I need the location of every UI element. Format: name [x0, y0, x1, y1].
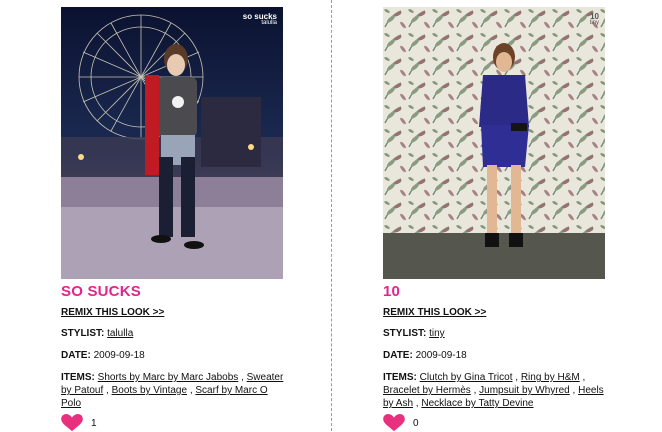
photo-caption: so sucks talulla — [242, 12, 277, 27]
stylist-row: STYLIST: talulla — [61, 327, 321, 340]
stylist-row: STYLIST: tiny — [383, 327, 643, 340]
item-link[interactable]: Necklace by Tatty Devine — [421, 398, 533, 409]
stylist-label: STYLIST: — [61, 328, 105, 339]
items-row: ITEMS: Shorts by Marc by Marc Jabobs , S… — [61, 372, 284, 409]
items-label: ITEMS: — [61, 372, 95, 383]
item-link[interactable]: Clutch by Gina Tricot — [420, 372, 513, 383]
item-link[interactable]: Bracelet by Hermès — [383, 385, 471, 396]
stylist-link[interactable]: talulla — [107, 328, 133, 339]
look-card-10: 10 tiny 10 REMIX THIS LOOK >> STYLIST: t… — [383, 7, 643, 432]
photo-caption-title: 10 — [590, 12, 599, 21]
item-link[interactable]: Jumpsuit by Whyred — [479, 385, 570, 396]
look-photo[interactable]: 10 tiny — [383, 7, 605, 279]
look-title[interactable]: 10 — [383, 283, 643, 300]
date-row: DATE: 2009-09-18 — [61, 349, 321, 362]
heart-icon[interactable] — [61, 414, 83, 432]
stylist-link[interactable]: tiny — [429, 328, 445, 339]
likes-row: 0 — [383, 414, 643, 432]
look-photo[interactable]: so sucks talulla — [61, 7, 283, 279]
look-card-so-sucks: so sucks talulla SO SUCKS REMIX THIS LOO… — [61, 7, 321, 432]
column-divider — [331, 0, 332, 431]
likes-row: 1 — [61, 414, 321, 432]
date-label: DATE: — [383, 350, 413, 361]
look-title[interactable]: SO SUCKS — [61, 283, 321, 300]
date-row: DATE: 2009-09-18 — [383, 349, 643, 362]
like-count: 0 — [413, 417, 419, 429]
item-link[interactable]: Boots by Vintage — [112, 385, 187, 396]
date-label: DATE: — [61, 350, 91, 361]
stylist-label: STYLIST: — [383, 328, 427, 339]
look-photo-image — [383, 7, 605, 279]
like-count: 1 — [91, 417, 97, 429]
items-row: ITEMS: Clutch by Gina Tricot , Ring by H… — [383, 372, 604, 409]
look-photo-image — [61, 7, 283, 279]
photo-caption-title: so sucks — [242, 12, 277, 21]
date-value: 2009-09-18 — [415, 350, 467, 361]
item-link[interactable]: Shorts by Marc by Marc Jabobs — [98, 372, 239, 383]
photo-caption: 10 tiny — [589, 12, 599, 27]
heart-icon[interactable] — [383, 414, 405, 432]
remix-this-look-link[interactable]: REMIX THIS LOOK >> — [383, 307, 643, 318]
remix-this-look-link[interactable]: REMIX THIS LOOK >> — [61, 307, 321, 318]
item-link[interactable]: Ring by H&M — [521, 372, 580, 383]
date-value: 2009-09-18 — [93, 350, 145, 361]
items-label: ITEMS: — [383, 372, 417, 383]
